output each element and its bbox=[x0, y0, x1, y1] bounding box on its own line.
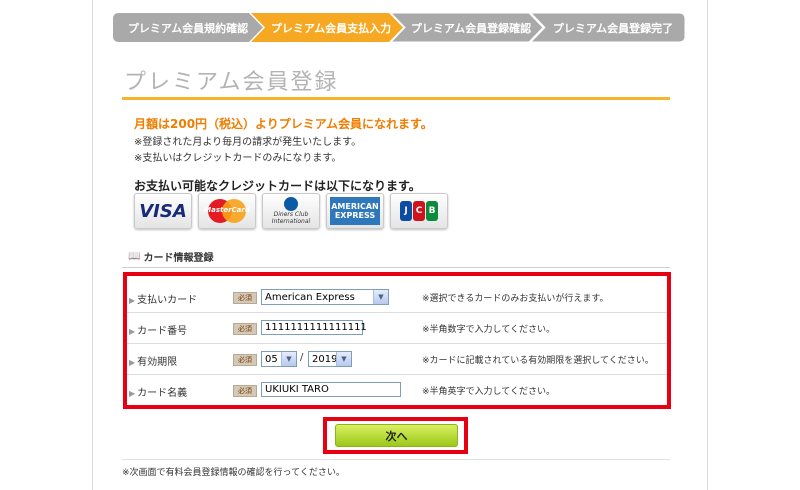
expiry-month-value: 05 bbox=[265, 353, 278, 365]
required-badge: 必須 bbox=[233, 354, 257, 366]
footer-note: ※次画面で有料会員登録情報の確認を行ってください。 bbox=[122, 468, 345, 478]
required-badge: 必須 bbox=[233, 292, 257, 304]
card-info-form: ▶ 支払いカード 必須 American Express ▼ ※選択できるカードの… bbox=[123, 272, 671, 409]
card-name-note: ※半角英字で入力してください。 bbox=[422, 387, 556, 397]
accepted-cards-heading: お支払い可能なクレジットカードは以下になります。 bbox=[134, 179, 421, 193]
card-number-label: ▶ カード番号 bbox=[129, 326, 188, 337]
jcb-logo: J C B bbox=[390, 193, 448, 229]
diners-club-logo: Diners Club International bbox=[262, 193, 320, 229]
pricing-lead: 月額は200円（税込）よりプレミアム会員になれます。 bbox=[134, 117, 433, 131]
required-badge: 必須 bbox=[233, 323, 257, 335]
form-row-card-type: ▶ 支払いカード 必須 American Express ▼ ※選択できるカードの… bbox=[127, 283, 667, 313]
card-type-select[interactable]: American Express ▼ bbox=[261, 289, 389, 305]
page-title: プレミアム会員登録 bbox=[124, 70, 339, 95]
arrow-right-icon: ▶ bbox=[129, 389, 136, 398]
form-row-card-number: ▶ カード番号 必須 1111111111111111 ※半角数字で入力してくださ… bbox=[127, 314, 667, 344]
arrow-right-icon: ▶ bbox=[129, 327, 136, 336]
step-payment-input: プレミアム会員支払入力 bbox=[251, 13, 403, 42]
expiry-label: ▶ 有効期限 bbox=[129, 357, 178, 368]
amex-logo: AMERICAN EXPRESS bbox=[326, 193, 384, 229]
chevron-down-icon[interactable]: ▼ bbox=[373, 290, 388, 304]
card-type-label: ▶ 支払いカード bbox=[129, 295, 198, 306]
chevron-down-icon[interactable]: ▼ bbox=[281, 352, 296, 366]
card-name-input[interactable]: UKIUKI TARO bbox=[261, 382, 401, 397]
visa-logo: VISA bbox=[134, 193, 192, 229]
card-logos: VISA MasterCard Diners Club Internationa… bbox=[134, 193, 448, 229]
section-title: カード情報登録 bbox=[143, 253, 214, 264]
card-name-label: ▶ カード名義 bbox=[129, 388, 188, 399]
progress-steps: プレミアム会員規約確認 プレミアム会員支払入力 プレミアム会員登録確認 プレミア… bbox=[113, 13, 685, 42]
title-divider bbox=[122, 97, 670, 100]
footer-divider bbox=[122, 459, 670, 460]
mastercard-logo: MasterCard bbox=[198, 193, 256, 229]
expiry-separator: / bbox=[300, 352, 304, 363]
step-label: プレミアム会員支払入力 bbox=[270, 21, 392, 35]
expiry-year-select[interactable]: 2019 ▼ bbox=[308, 351, 352, 367]
arrow-right-icon: ▶ bbox=[129, 296, 136, 305]
billing-note: ※登録された月より毎月の請求が発生いたします。 bbox=[134, 137, 362, 148]
jcb-letter-c: C bbox=[413, 201, 425, 221]
card-info-section-header: 📖 カード情報登録 bbox=[122, 246, 670, 268]
amex-logo-text-1: AMERICAN bbox=[331, 202, 379, 211]
visa-logo-text: VISA bbox=[139, 200, 187, 222]
diners-logo-text: Diners Club International bbox=[271, 211, 311, 225]
step-label: プレミアム会員登録完了 bbox=[552, 21, 674, 35]
card-number-note: ※半角数字で入力してください。 bbox=[422, 325, 556, 335]
mastercard-logo-text: MasterCard bbox=[204, 206, 250, 214]
amex-logo-text-2: EXPRESS bbox=[334, 211, 376, 220]
card-number-input[interactable]: 1111111111111111 bbox=[261, 320, 367, 335]
chevron-down-icon[interactable]: ▼ bbox=[336, 352, 351, 366]
card-type-note: ※選択できるカードのみお支払いが行えます。 bbox=[422, 294, 609, 304]
card-type-value: American Express bbox=[265, 291, 355, 303]
expiry-year-value: 2019 bbox=[312, 353, 338, 365]
required-badge: 必須 bbox=[233, 385, 257, 397]
next-button[interactable]: 次へ bbox=[335, 424, 458, 447]
jcb-letter-b: B bbox=[426, 201, 438, 221]
form-row-expiry: ▶ 有効期限 必須 05 ▼ / 2019 ▼ ※カードに記載されている有効期限を… bbox=[127, 345, 667, 375]
book-icon: 📖 bbox=[128, 251, 141, 262]
form-row-card-name: ▶ カード名義 必須 UKIUKI TARO ※半角英字で入力してください。 bbox=[127, 376, 667, 406]
step-label: プレミアム会員登録確認 bbox=[410, 21, 532, 35]
diners-mark-icon bbox=[284, 197, 298, 211]
arrow-right-icon: ▶ bbox=[129, 358, 136, 367]
payment-method-note: ※支払いはクレジットカードのみになります。 bbox=[134, 153, 342, 164]
jcb-letter-j: J bbox=[400, 201, 412, 221]
step-terms: プレミアム会員規約確認 bbox=[113, 13, 263, 42]
expiry-month-select[interactable]: 05 ▼ bbox=[261, 351, 297, 367]
expiry-note: ※カードに記載されている有効期限を選択してください。 bbox=[422, 356, 654, 366]
step-complete: プレミアム会員登録完了 bbox=[531, 13, 685, 42]
step-confirm: プレミアム会員登録確認 bbox=[391, 13, 543, 42]
step-label: プレミアム会員規約確認 bbox=[127, 21, 249, 35]
